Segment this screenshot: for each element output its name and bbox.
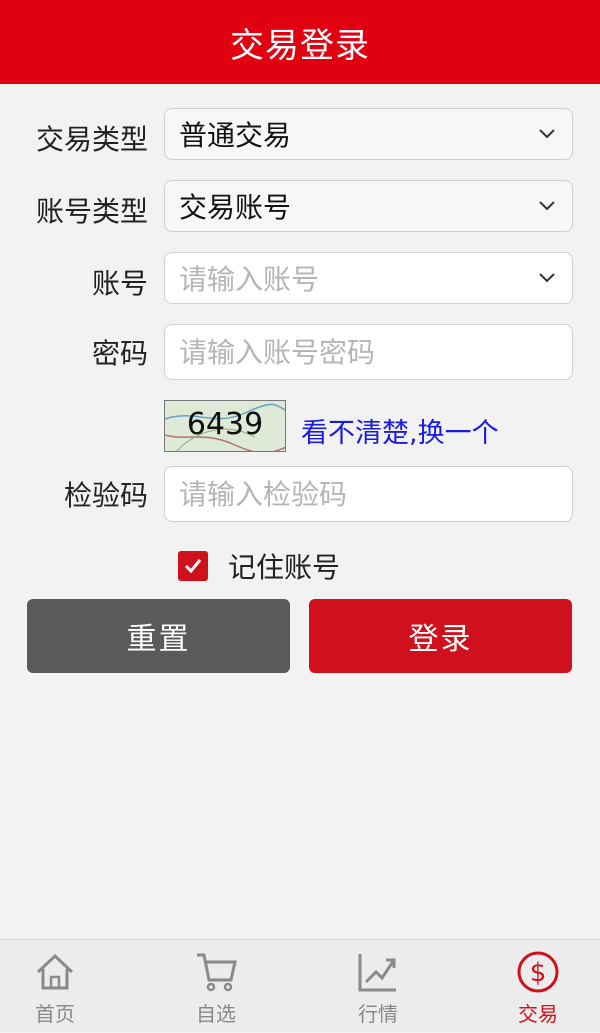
svg-text:$: $ [530,958,547,988]
account-type-label: 账号类型 [35,195,148,228]
password-field[interactable] [164,324,573,380]
cart-icon [197,953,237,992]
verify-code-input[interactable] [179,477,572,511]
tab-market[interactable]: 行情 [303,940,453,1033]
chevron-down-icon [539,201,555,211]
chart-icon [358,954,396,992]
reset-button[interactable]: 重置 [27,599,290,673]
verify-code-label: 检验码 [63,479,148,512]
captcha-image[interactable]: 6439 [164,400,286,452]
chevron-down-icon[interactable] [538,268,556,286]
check-icon [184,559,202,574]
tab-watchlist-label: 自选 [196,1002,236,1026]
login-button[interactable]: 登录 [309,599,572,673]
chevron-down-icon [539,129,555,139]
home-icon [36,953,74,990]
bottom-tab-bar: 首页 自选 行情 $ 交易 [0,939,600,1032]
remember-label: 记住账号 [228,551,341,584]
trade-type-label: 交易类型 [35,123,148,156]
password-label: 密码 [91,337,148,370]
account-type-select[interactable]: 交易账号 [164,180,573,232]
tab-home[interactable]: 首页 [0,940,130,1033]
account-label: 账号 [91,267,148,300]
remember-checkbox[interactable] [178,551,208,581]
tab-trade-label: 交易 [518,1002,558,1026]
account-input[interactable]: 请输入账号 [164,252,573,304]
password-input[interactable] [179,335,572,369]
tab-watchlist[interactable]: 自选 [141,940,291,1033]
dollar-icon: $ [517,951,559,993]
page-header: 交易登录 [0,0,600,84]
captcha-code: 6439 [186,407,264,442]
refresh-captcha-link[interactable]: 看不清楚,换一个 [301,411,499,450]
verify-code-field[interactable] [164,466,573,522]
tab-home-label: 首页 [35,1002,75,1026]
remember-account[interactable]: 记住账号 [178,546,340,586]
trade-type-select[interactable]: 普通交易 [164,108,573,160]
page-title: 交易登录 [230,25,370,66]
account-placeholder: 请输入账号 [179,263,320,296]
tab-trade[interactable]: $ 交易 [463,940,600,1033]
tab-market-label: 行情 [358,1002,398,1026]
trade-type-value: 普通交易 [179,119,292,152]
account-type-value: 交易账号 [179,191,292,224]
